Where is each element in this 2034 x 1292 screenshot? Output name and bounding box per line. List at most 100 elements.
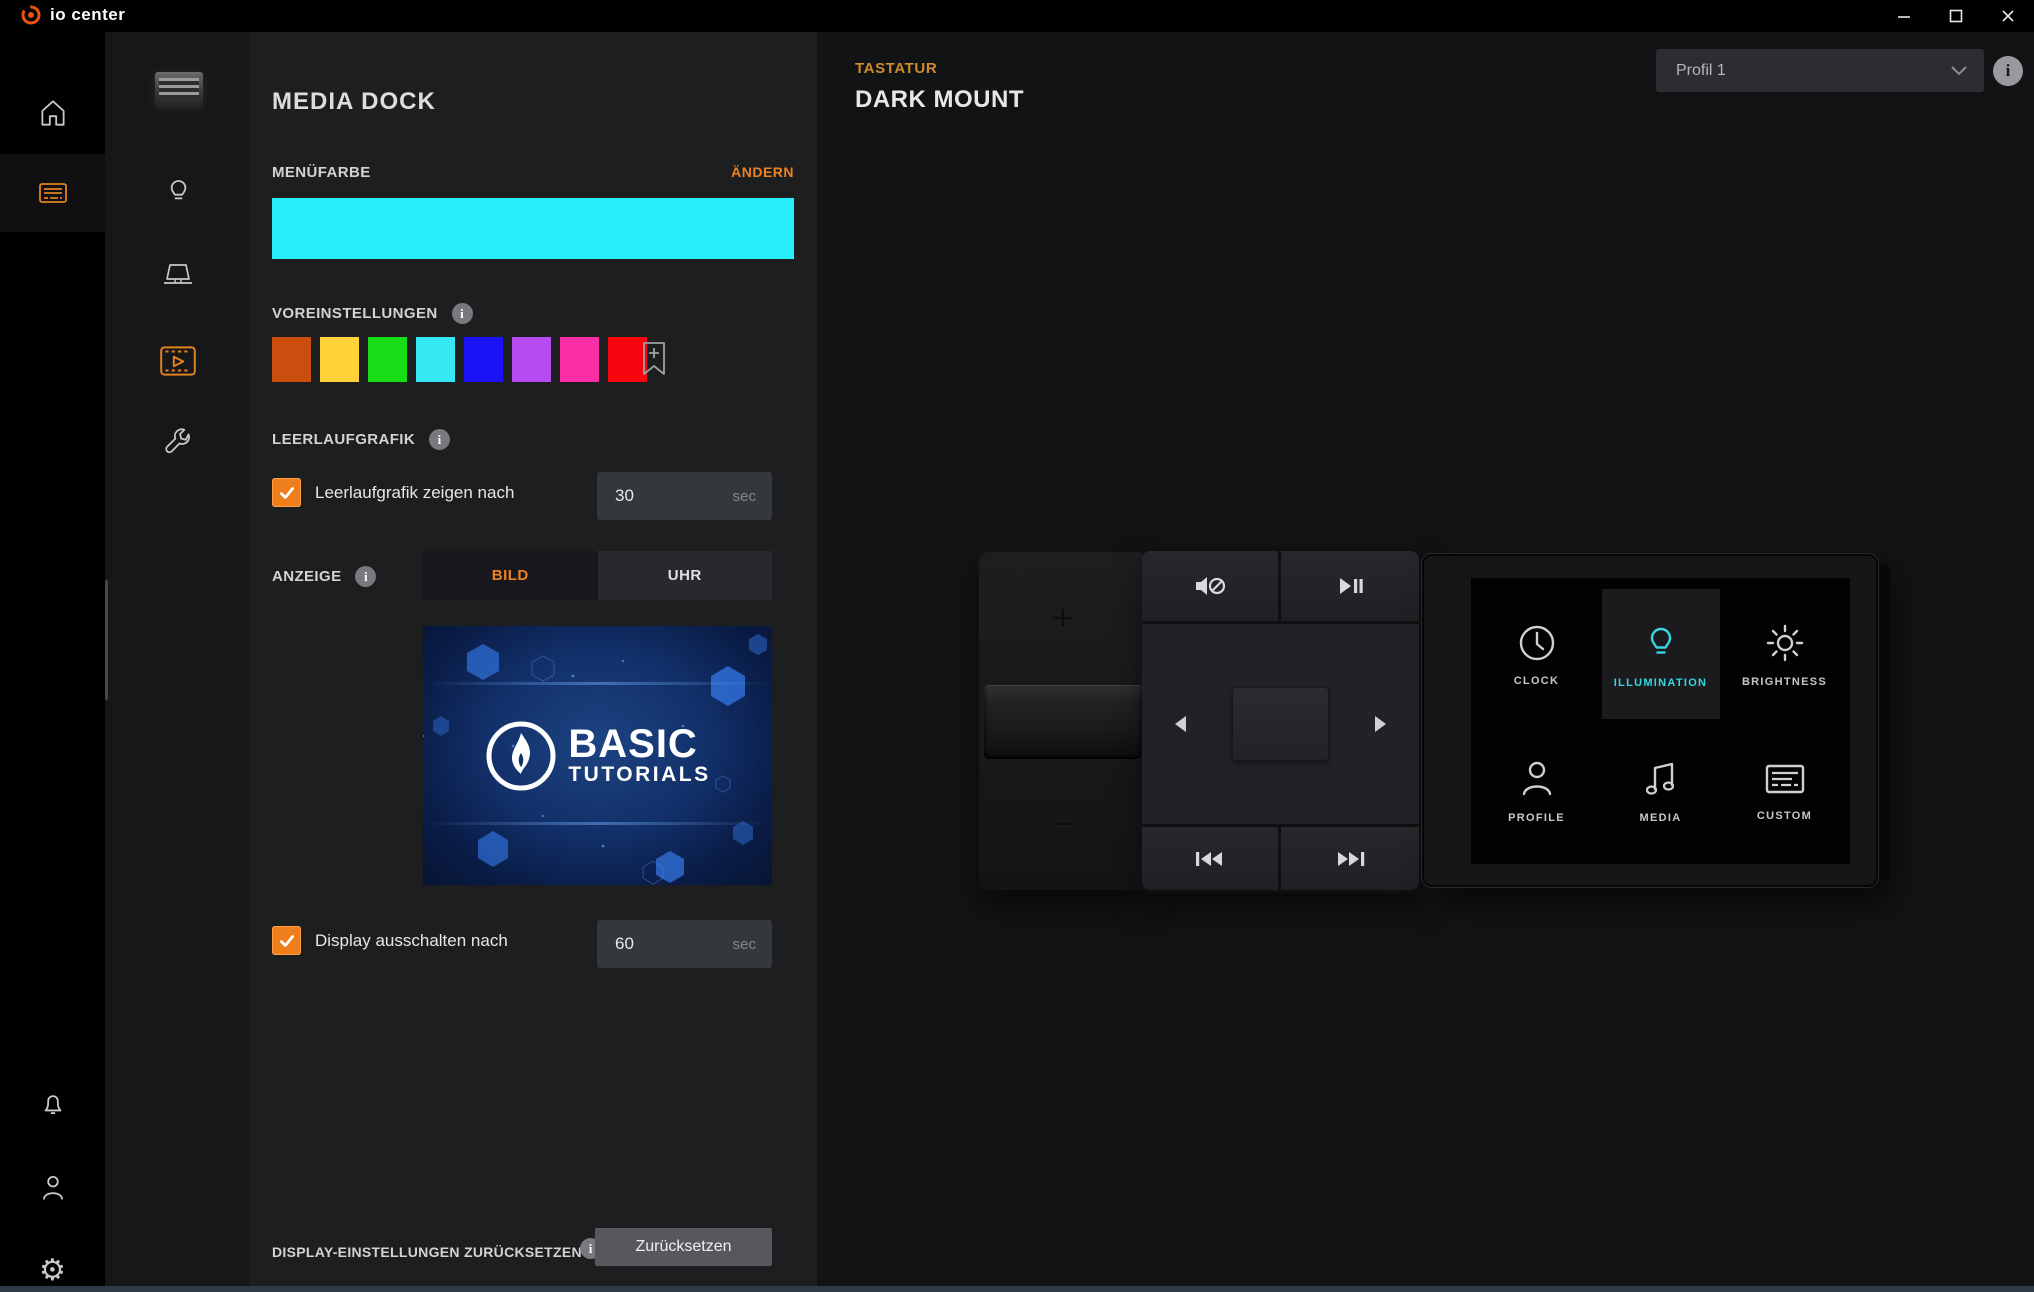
device-tab-tools[interactable] (105, 410, 250, 480)
io-center-logo-icon (20, 4, 42, 26)
screen-tile-clock[interactable]: CLOCK (1478, 589, 1596, 719)
app-title: io center (50, 5, 125, 25)
lightbulb-icon (1639, 620, 1683, 666)
presets-info-icon[interactable]: i (452, 303, 473, 324)
idle-seconds-input[interactable] (597, 486, 687, 506)
screen-tile-custom[interactable]: CUSTOM (1726, 725, 1844, 855)
device-tab-illumination[interactable] (105, 156, 250, 226)
nav-left-button[interactable] (1150, 624, 1210, 824)
idle-graphic-info-icon[interactable]: i (429, 429, 450, 450)
previous-track-button[interactable] (1142, 827, 1278, 890)
volume-down-button[interactable]: − (979, 758, 1147, 890)
window-bottom-border (0, 1286, 2034, 1292)
sidebar-item-home[interactable] (0, 74, 105, 152)
tab-bild[interactable]: BILD (423, 551, 598, 600)
screen-tile-profile[interactable]: PROFILE (1478, 725, 1596, 855)
preset-swatches (272, 337, 647, 382)
menu-color-swatch[interactable] (272, 198, 794, 259)
device-tab-dock-stand[interactable] (105, 240, 250, 310)
profile-select[interactable]: Profil 1 (1656, 49, 1984, 92)
screen-tile-label: BRIGHTNESS (1742, 676, 1827, 688)
display-info-icon[interactable]: i (355, 566, 376, 587)
change-color-button[interactable]: ÄNDERN (731, 164, 794, 180)
window-controls (1878, 0, 2034, 32)
profile-icon (1516, 757, 1558, 801)
display-off-seconds-unit: sec (733, 936, 756, 953)
close-button[interactable] (1982, 0, 2034, 32)
screen-tile-label: CLOCK (1514, 675, 1560, 687)
screen-tile-label: ILLUMINATION (1614, 677, 1708, 689)
idle-graphic-checkbox[interactable] (272, 478, 301, 507)
dock-nav-pad (1142, 624, 1419, 824)
nav-right-button[interactable] (1351, 624, 1411, 824)
keyboard-thumbnail[interactable] (155, 72, 203, 108)
screen-tile-media[interactable]: MEDIA (1602, 725, 1720, 855)
display-label: ANZEIGE (272, 568, 341, 585)
dock-screen-bezel: CLOCK ILLUMINATION (1422, 554, 1878, 887)
device-tab-media-dock[interactable] (105, 326, 250, 396)
clock-icon (1516, 622, 1558, 664)
maximize-button[interactable] (1930, 0, 1982, 32)
basic-tutorials-text: BASIC TUTORIALS (568, 725, 710, 787)
profile-info-icon[interactable]: i (1993, 56, 2023, 86)
sidebar-item-settings[interactable]: ⚙ (0, 1232, 105, 1292)
app-window: io center (0, 0, 2034, 1292)
preset-swatch[interactable] (368, 337, 407, 382)
preset-swatch[interactable] (416, 337, 455, 382)
display-tabs: BILD UHR (423, 551, 772, 600)
home-icon (36, 96, 70, 130)
lightbulb-icon (159, 172, 197, 210)
screen-tile-brightness[interactable]: BRIGHTNESS (1726, 589, 1844, 719)
dock-control-module (1142, 548, 1419, 893)
mute-button[interactable] (1142, 551, 1278, 621)
media-film-icon (157, 342, 199, 380)
bell-icon (36, 1086, 70, 1120)
device-preview-panel: TASTATUR DARK MOUNT Profil 1 i + − (817, 32, 2034, 1286)
tab-uhr[interactable]: UHR (598, 551, 773, 600)
screen-tile-label: CUSTOM (1757, 810, 1812, 822)
profile-select-value: Profil 1 (1676, 62, 1726, 80)
media-dock-device: + − (979, 548, 1890, 896)
presets-section: VOREINSTELLUNGEN i (272, 303, 473, 324)
preview-text-line2: TUTORIALS (568, 763, 710, 787)
display-off-row: Display ausschalten nach (272, 926, 508, 955)
screen-tile-illumination[interactable]: ILLUMINATION (1602, 589, 1720, 719)
preset-swatch[interactable] (512, 337, 551, 382)
presets-label: VOREINSTELLUNGEN (272, 305, 438, 322)
device-sidebar (105, 32, 250, 1286)
user-icon (36, 1170, 70, 1204)
display-off-checkbox[interactable] (272, 926, 301, 955)
idle-image-preview[interactable]: BASIC TUTORIALS (423, 626, 772, 885)
preset-swatch[interactable] (560, 337, 599, 382)
sidebar-item-notifications[interactable] (0, 1064, 105, 1142)
volume-up-button[interactable]: + (979, 552, 1147, 684)
next-track-button[interactable] (1281, 827, 1419, 890)
menu-color-label: MENÜFARBE (272, 164, 371, 181)
display-off-checkbox-label: Display ausschalten nach (315, 931, 508, 951)
sidebar-item-account[interactable] (0, 1148, 105, 1226)
play-pause-button[interactable] (1281, 551, 1419, 621)
minimize-button[interactable] (1878, 0, 1930, 32)
preset-swatch[interactable] (272, 337, 311, 382)
monitor-stand-icon (158, 257, 198, 293)
display-off-seconds-field: sec (597, 920, 772, 968)
nav-center-pad[interactable] (1232, 687, 1329, 761)
display-off-seconds-input[interactable] (597, 934, 687, 954)
dock-volume-module: + − (979, 552, 1147, 890)
reset-button[interactable]: Zurücksetzen (595, 1228, 772, 1266)
device-list-icon (35, 177, 71, 209)
sidebar-item-devices[interactable] (0, 154, 105, 232)
idle-seconds-field: sec (597, 472, 772, 520)
music-note-icon (1640, 757, 1682, 801)
idle-graphic-row: Leerlaufgrafik zeigen nach (272, 478, 514, 507)
add-preset-button[interactable] (640, 340, 668, 378)
volume-roller[interactable] (984, 685, 1142, 759)
chevron-down-icon (1950, 65, 1968, 77)
titlebar: io center (0, 0, 2034, 32)
basic-tutorials-logo: BASIC TUTORIALS (423, 626, 772, 885)
screen-tile-label: PROFILE (1508, 812, 1565, 824)
device-sidebar-scrollbar[interactable] (105, 580, 108, 700)
preset-swatch[interactable] (320, 337, 359, 382)
panel-title: MEDIA DOCK (272, 88, 436, 116)
preset-swatch[interactable] (464, 337, 503, 382)
